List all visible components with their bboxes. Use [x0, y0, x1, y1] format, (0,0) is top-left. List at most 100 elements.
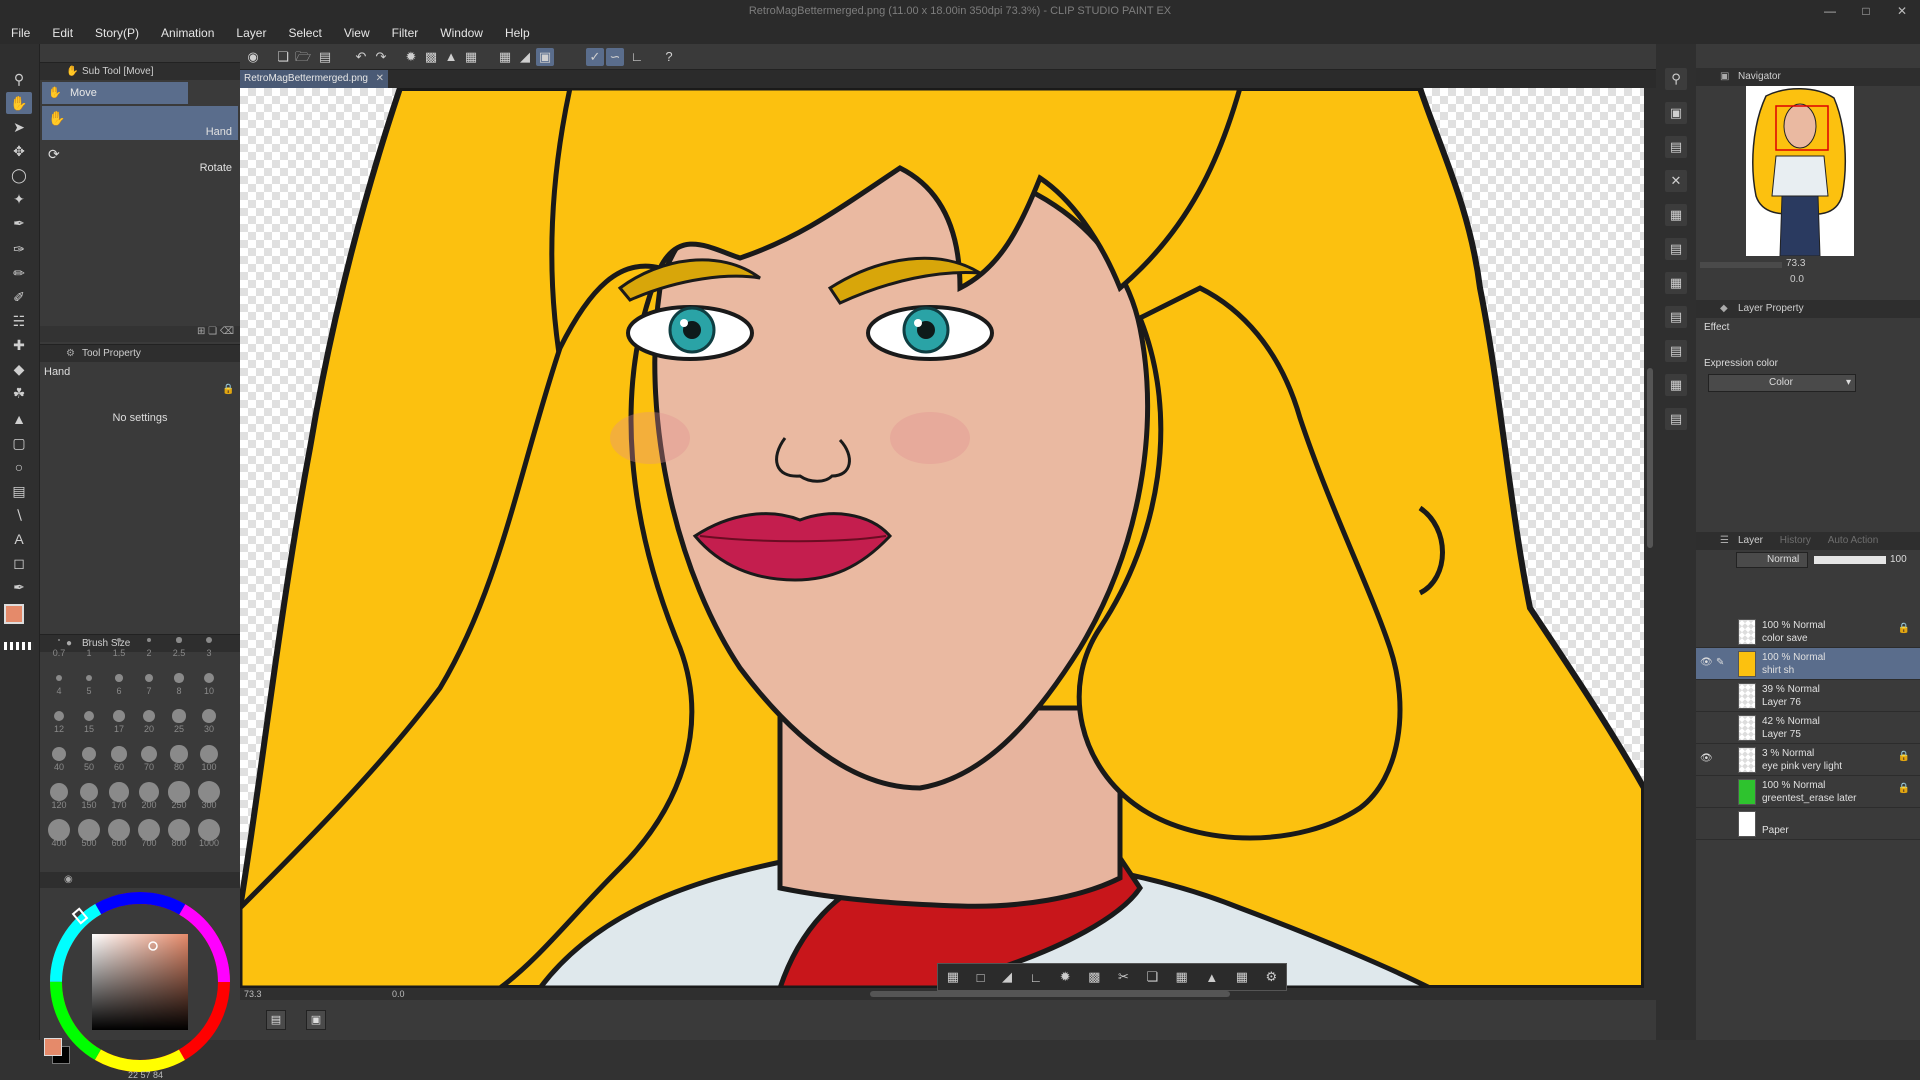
menu-filter[interactable]: Filter — [381, 26, 430, 40]
navigator-preview[interactable] — [1746, 86, 1854, 256]
copy-icon[interactable]: ❏ — [1146, 969, 1158, 985]
undo-icon[interactable]: ↶ — [352, 48, 370, 66]
brush-size-cell[interactable]: 100 — [194, 736, 224, 774]
navigator-zoom-slider[interactable] — [1700, 262, 1782, 268]
panel-layout-icon[interactable]: ▣ — [306, 1010, 326, 1030]
canvas-vertical-scrollbar[interactable] — [1644, 88, 1656, 988]
brush-size-cell[interactable]: 15 — [74, 698, 104, 736]
brush-size-cell[interactable]: 6 — [104, 660, 134, 698]
subtool-group-move[interactable]: ✋ Move — [42, 82, 188, 104]
subtool-item-rotate[interactable]: ⟳ Rotate — [42, 142, 238, 176]
move-tool-icon[interactable]: ✋ — [6, 92, 32, 114]
close-panel-icon[interactable]: ✕ — [1665, 170, 1687, 192]
tab-history[interactable]: History — [1780, 535, 1811, 546]
snap-ruler-icon[interactable]: ✓ — [586, 48, 604, 66]
material-3d-icon[interactable]: ▤ — [1665, 340, 1687, 362]
drawing-canvas[interactable] — [240, 88, 1644, 988]
layer-row[interactable]: 100 % Normal greentest_erase later 🔒 — [1696, 776, 1920, 808]
close-icon[interactable]: ✕ — [1884, 0, 1920, 22]
show-selection-icon[interactable]: ▣ — [536, 48, 554, 66]
transform-icon[interactable]: ▦ — [462, 48, 480, 66]
brush-size-cell[interactable]: 80 — [164, 736, 194, 774]
panel-toggle-icon[interactable]: ▤ — [266, 1010, 286, 1030]
blend-tool-icon[interactable]: ☘ — [6, 382, 32, 404]
brush-size-cell[interactable]: 1000 — [194, 812, 224, 850]
open-file-icon[interactable]: 🗁 — [294, 48, 312, 66]
layer-row[interactable]: Paper — [1696, 808, 1920, 840]
brush-size-cell[interactable]: 60 — [104, 736, 134, 774]
navigator-angle-readout[interactable]: 0.0 — [1790, 274, 1804, 285]
eye-icon[interactable]: 👁 — [1700, 657, 1714, 671]
magic-wand-icon[interactable]: ✦ — [6, 188, 32, 210]
layer-row[interactable]: 42 % Normal Layer 75 — [1696, 712, 1920, 744]
fill-icon[interactable]: ▲ — [442, 48, 460, 66]
menu-view[interactable]: View — [333, 26, 381, 40]
eye-icon[interactable]: 👁 — [1700, 753, 1714, 767]
brush-size-cell[interactable]: 120 — [44, 774, 74, 812]
brush-size-cell[interactable]: 3 — [194, 622, 224, 660]
menu-window[interactable]: Window — [429, 26, 494, 40]
menu-layer[interactable]: Layer — [225, 26, 277, 40]
brush-size-cell[interactable]: 1 — [74, 622, 104, 660]
pencil-tool-icon[interactable]: ✏ — [6, 262, 32, 284]
brush-size-cell[interactable]: 70 — [134, 736, 164, 774]
layer-row[interactable]: 39 % Normal Layer 76 — [1696, 680, 1920, 712]
fill-icon[interactable]: ▲ — [1205, 970, 1218, 985]
material-tone-icon[interactable]: ▦ — [1665, 272, 1687, 294]
ruler-tool-icon[interactable]: ∖ — [6, 504, 32, 526]
tab-auto-action[interactable]: Auto Action — [1828, 535, 1879, 546]
zoom-tool-icon[interactable]: ⚲ — [6, 68, 32, 90]
main-color-swatch[interactable] — [4, 604, 24, 624]
brush-size-cell[interactable]: 5 — [74, 660, 104, 698]
brush-size-cell[interactable]: 30 — [194, 698, 224, 736]
menu-file[interactable]: File — [0, 26, 41, 40]
canvas-tab[interactable]: RetroMagBettermerged.png ✕ — [240, 70, 388, 88]
balloon-tool-icon[interactable]: ◻ — [6, 552, 32, 574]
brush-size-cell[interactable]: 150 — [74, 774, 104, 812]
gradient-tool-icon[interactable]: ▢ — [6, 432, 32, 454]
color-wheel-icon[interactable]: ◉ — [64, 874, 73, 885]
expression-color-select[interactable]: Color ▾ — [1708, 374, 1856, 392]
pen-tool-icon[interactable]: ✑ — [6, 238, 32, 260]
menu-animation[interactable]: Animation — [150, 26, 225, 40]
navigator-zoom-readout[interactable]: 73.3 — [1786, 258, 1805, 269]
cut-icon[interactable]: ✂ — [1118, 969, 1129, 985]
menu-edit[interactable]: Edit — [41, 26, 84, 40]
brush-size-cell[interactable]: 1.5 — [104, 622, 134, 660]
save-icon[interactable]: ▤ — [316, 48, 334, 66]
brush-size-cell[interactable]: 40 — [44, 736, 74, 774]
brush-size-cell[interactable]: 2.5 — [164, 622, 194, 660]
brush-size-cell[interactable]: 8 — [164, 660, 194, 698]
settings-icon[interactable]: ⚙ — [1266, 969, 1278, 985]
brush-size-cell[interactable]: 20 — [134, 698, 164, 736]
airbrush-tool-icon[interactable]: ☵ — [6, 310, 32, 332]
lasso-tool-icon[interactable]: ◯ — [6, 164, 32, 186]
material-frame-icon[interactable]: ▤ — [1665, 408, 1687, 430]
eye-hidden-icon[interactable] — [1700, 689, 1714, 703]
move-layer-tool-icon[interactable]: ✥ — [6, 140, 32, 162]
brush-size-cell[interactable]: 800 — [164, 812, 194, 850]
brush-size-cell[interactable]: 300 — [194, 774, 224, 812]
close-tab-icon[interactable]: ✕ — [376, 70, 384, 88]
menu-help[interactable]: Help — [494, 26, 541, 40]
layer-row[interactable]: 👁 3 % Normal eye pink very light 🔒 — [1696, 744, 1920, 776]
material-image-icon[interactable]: ▤ — [1665, 306, 1687, 328]
eye-hidden-icon[interactable] — [1700, 625, 1714, 639]
lock-icon[interactable]: 🔒 — [1898, 783, 1910, 794]
invert-icon[interactable]: ◢ — [1002, 969, 1012, 985]
layer-row[interactable]: 👁 ✎ 100 % Normal shirt sh — [1696, 648, 1920, 680]
crop-icon[interactable]: ▦ — [1176, 969, 1188, 985]
deselect-icon[interactable]: ▦ — [496, 48, 514, 66]
brush-size-cell[interactable]: 10 — [194, 660, 224, 698]
expand-icon[interactable]: ∟ — [1029, 970, 1042, 985]
fill-selection-icon[interactable]: ▩ — [422, 48, 440, 66]
opacity-readout[interactable]: 100 — [1890, 554, 1907, 565]
brush-size-cell[interactable]: 600 — [104, 812, 134, 850]
brush-size-cell[interactable]: 170 — [104, 774, 134, 812]
menu-story[interactable]: Story(P) — [84, 26, 150, 40]
correct-line-tool-icon[interactable]: ✒ — [6, 576, 32, 598]
blend-mode-select[interactable]: Normal — [1736, 552, 1808, 568]
brush-size-cell[interactable]: 25 — [164, 698, 194, 736]
figure-tool-icon[interactable]: ○ — [6, 456, 32, 478]
new-file-icon[interactable]: ❏ — [274, 48, 292, 66]
